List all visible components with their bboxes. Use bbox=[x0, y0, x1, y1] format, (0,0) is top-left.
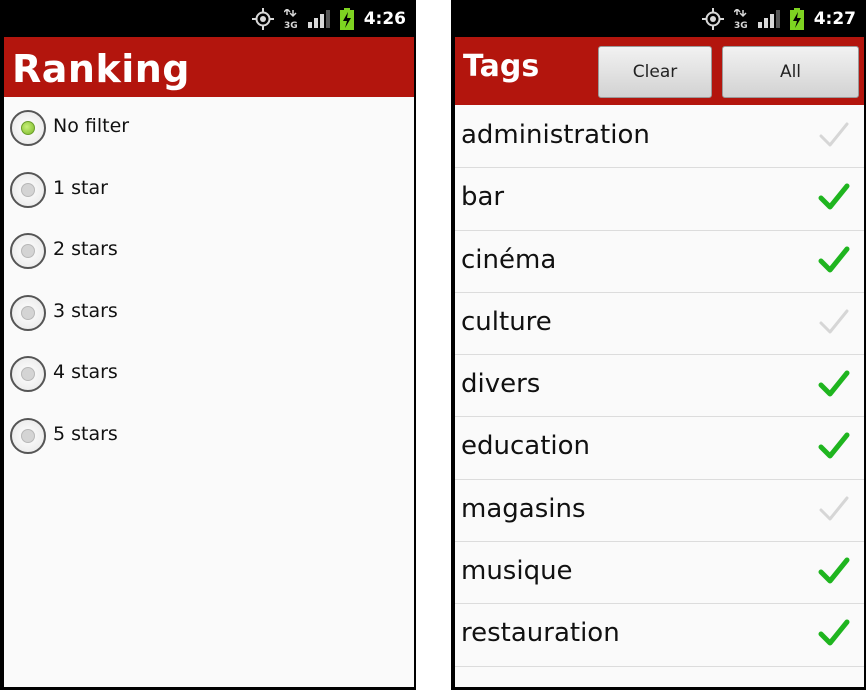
tag-row[interactable]: divers bbox=[455, 355, 864, 418]
radio-button[interactable] bbox=[10, 417, 46, 454]
radio-indicator bbox=[21, 244, 35, 258]
status-bar: 3G 4:26 bbox=[0, 0, 416, 37]
tag-label: administration bbox=[461, 120, 650, 150]
ranking-option-label: 5 stars bbox=[53, 422, 118, 445]
battery-charging-icon bbox=[789, 7, 804, 30]
status-time: 4:27 bbox=[813, 8, 856, 29]
3g-icon: 3G bbox=[283, 8, 298, 29]
tags-screen: Tags Clear All administration bar cinéma cu… bbox=[455, 37, 864, 687]
tag-label: education bbox=[461, 431, 591, 462]
tag-label: culture bbox=[461, 306, 552, 337]
checkmark-icon[interactable] bbox=[818, 556, 850, 586]
ranking-option[interactable]: 4 stars bbox=[4, 343, 414, 405]
status-time: 4:26 bbox=[363, 8, 406, 29]
tag-list: administration bar cinéma culture divers educ… bbox=[455, 106, 864, 667]
checkmark-icon[interactable] bbox=[818, 245, 850, 275]
tag-row[interactable]: cinéma bbox=[455, 231, 864, 293]
checkmark-icon[interactable] bbox=[818, 182, 850, 212]
checkmark-icon[interactable] bbox=[818, 307, 850, 337]
page-title: Ranking bbox=[12, 47, 191, 91]
ranking-option[interactable]: 5 stars bbox=[4, 405, 414, 467]
tag-label: magasins bbox=[461, 493, 586, 524]
gps-icon bbox=[251, 7, 274, 30]
battery-charging-icon bbox=[339, 7, 354, 30]
tag-row[interactable]: culture bbox=[455, 293, 864, 356]
ranking-option-label: 1 star bbox=[53, 176, 108, 199]
ranking-option-label: 4 stars bbox=[53, 361, 118, 383]
title-bar: Ranking bbox=[4, 37, 414, 97]
ranking-option[interactable]: 2 stars bbox=[4, 220, 414, 282]
radio-indicator bbox=[21, 182, 35, 197]
radio-indicator bbox=[21, 367, 35, 381]
tag-row[interactable]: education bbox=[455, 417, 864, 480]
ranking-option[interactable]: 3 stars bbox=[4, 282, 414, 344]
checkmark-icon[interactable] bbox=[818, 494, 850, 524]
ranking-option[interactable]: 1 star bbox=[4, 159, 414, 221]
ranking-option-label: 2 stars bbox=[53, 238, 118, 260]
gps-icon bbox=[701, 7, 724, 30]
ranking-filter-list: No filter 1 star 2 stars 3 stars 4 stars 5 st… bbox=[4, 97, 414, 466]
radio-button[interactable] bbox=[10, 294, 46, 331]
checkmark-icon[interactable] bbox=[818, 369, 850, 399]
radio-indicator bbox=[21, 428, 35, 443]
tag-label: bar bbox=[461, 182, 505, 213]
status-bar: 3G 4:27 bbox=[451, 0, 866, 37]
all-button[interactable]: All bbox=[722, 46, 859, 98]
radio-button[interactable] bbox=[10, 233, 46, 269]
tag-row[interactable]: restauration bbox=[455, 604, 864, 667]
tag-label: divers bbox=[461, 369, 541, 400]
ranking-option[interactable]: No filter bbox=[4, 97, 414, 159]
checkmark-icon[interactable] bbox=[818, 431, 850, 461]
svg-text:3G: 3G bbox=[284, 21, 298, 29]
tag-label: musique bbox=[461, 556, 573, 587]
ranking-option-label: 3 stars bbox=[53, 299, 118, 322]
page-title: Tags bbox=[463, 49, 540, 84]
phone-ranking-screen: 3G 4:26 Ranking No filter 1 star 2 stars 3 … bbox=[0, 0, 416, 690]
svg-text:3G: 3G bbox=[734, 21, 748, 29]
radio-indicator bbox=[21, 121, 35, 135]
radio-indicator bbox=[21, 305, 35, 320]
title-bar: Tags Clear All bbox=[455, 37, 864, 105]
signal-icon bbox=[757, 9, 780, 28]
radio-button[interactable] bbox=[10, 110, 46, 146]
3g-icon: 3G bbox=[733, 8, 748, 29]
signal-icon bbox=[307, 9, 330, 28]
checkmark-icon[interactable] bbox=[818, 618, 850, 648]
clear-button[interactable]: Clear bbox=[598, 46, 712, 98]
ranking-screen: Ranking No filter 1 star 2 stars 3 stars 4 s… bbox=[4, 37, 414, 687]
radio-button[interactable] bbox=[10, 356, 46, 392]
tag-label: cinéma bbox=[461, 244, 557, 275]
ranking-option-label: No filter bbox=[53, 115, 130, 137]
phone-tags-screen: 3G 4:27 Tags Clear All administration bar… bbox=[451, 0, 866, 690]
checkmark-icon[interactable] bbox=[818, 120, 850, 150]
tag-label: restauration bbox=[461, 618, 620, 649]
radio-button[interactable] bbox=[10, 171, 46, 208]
tag-row[interactable]: magasins bbox=[455, 480, 864, 543]
tag-row[interactable]: administration bbox=[455, 106, 864, 169]
tag-row[interactable]: musique bbox=[455, 542, 864, 605]
tag-row[interactable]: bar bbox=[455, 168, 864, 231]
